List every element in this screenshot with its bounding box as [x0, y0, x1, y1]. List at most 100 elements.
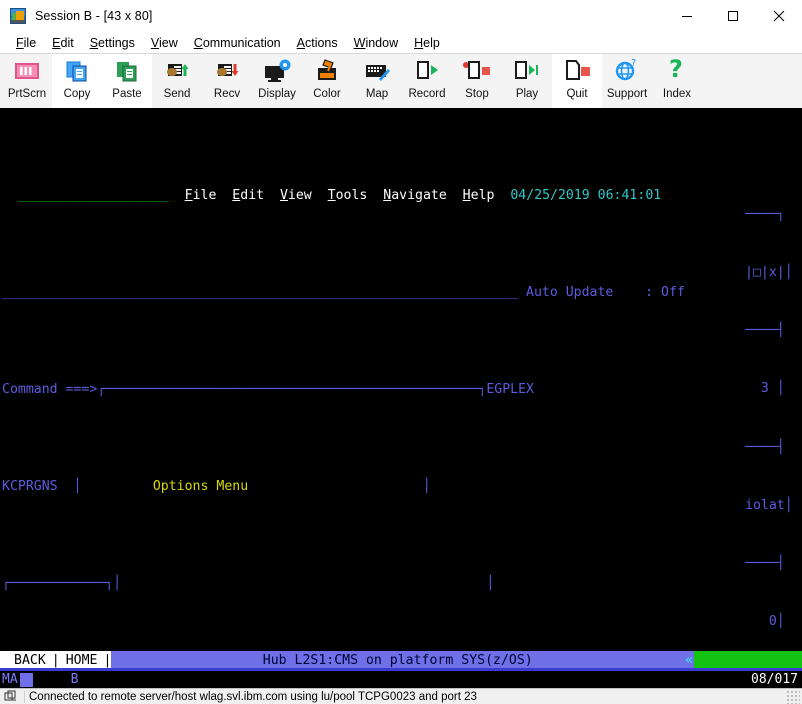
- terminal-screen[interactable]: ___________________ File Edit View Tools…: [0, 108, 802, 668]
- status-message: Connected to remote server/host wlag.svl…: [24, 690, 786, 703]
- svg-text:?: ?: [669, 57, 683, 83]
- terminal-datetime: 04/25/2019 06:41:01: [510, 187, 662, 203]
- toolbar-button-recv[interactable]: Recv: [202, 54, 252, 108]
- resize-grip[interactable]: [786, 689, 800, 704]
- toolbar-label: Support: [606, 88, 648, 100]
- toolbar-button-color[interactable]: Color: [302, 54, 352, 108]
- session-icon: [10, 7, 26, 24]
- status-bar: Connected to remote server/host wlag.svl…: [0, 688, 802, 704]
- oia-cursor-block: [19, 672, 33, 687]
- connection-icon: [0, 690, 22, 703]
- toolbar-button-quit[interactable]: Quit: [552, 54, 602, 108]
- toolbar-button-record[interactable]: Record: [402, 54, 452, 108]
- terminal-menu-edit[interactable]: Edit: [232, 188, 264, 203]
- minimize-button[interactable]: [664, 0, 710, 31]
- panel-id: KCPRGNS: [2, 478, 58, 494]
- toolbar-label: Recv: [213, 88, 241, 100]
- menu-help[interactable]: Help: [406, 36, 448, 50]
- toolbar-button-display[interactable]: Display: [252, 54, 302, 108]
- copy-icon: [61, 57, 93, 87]
- toolbar-button-paste[interactable]: Paste: [102, 54, 152, 108]
- toolbar-button-play[interactable]: Play: [502, 54, 552, 108]
- pf-separator: |: [51, 652, 60, 668]
- printscreen-icon: [11, 57, 43, 87]
- send-file-icon: [161, 57, 193, 87]
- menu-file[interactable]: File: [8, 36, 44, 50]
- menu-window[interactable]: Window: [346, 36, 406, 50]
- toolbar-button-prtscrn[interactable]: PrtScrn: [2, 54, 52, 108]
- toolbar-label: Stop: [465, 88, 489, 100]
- svg-text:?: ?: [631, 58, 636, 69]
- toolbar-label: Quit: [566, 88, 588, 100]
- auto-update-sep: :: [645, 284, 654, 300]
- oia-cursor-position: 08/017: [751, 672, 798, 687]
- pf-back-key[interactable]: BACK: [14, 651, 46, 668]
- scroll-left-icon[interactable]: «: [684, 651, 694, 668]
- window-controls: [664, 0, 802, 31]
- command-label: Command ===>: [2, 381, 98, 397]
- toolbar-label: Play: [515, 88, 539, 100]
- paste-icon: [111, 57, 143, 87]
- toolbar-label: Index: [662, 88, 692, 100]
- maximize-button[interactable]: [710, 0, 756, 31]
- toolbar-button-support[interactable]: ? Support: [602, 54, 652, 108]
- receive-file-icon: [211, 57, 243, 87]
- toolbar-button-stop[interactable]: Stop: [452, 54, 502, 108]
- hub-status-text: Hub L2S1:CMS on platform SYS(z/OS): [111, 651, 685, 668]
- toolbar-button-index[interactable]: ? Index: [652, 54, 702, 108]
- pf-green-area: [694, 651, 802, 668]
- pf-key-bar: BACK | HOME | Hub L2S1:CMS on platform SYS(…: [0, 651, 802, 668]
- display-settings-icon: [261, 57, 293, 87]
- toolbar-button-send[interactable]: Send: [152, 54, 202, 108]
- pf-home-key[interactable]: HOME: [66, 651, 98, 668]
- play-macro-icon: [511, 57, 543, 87]
- menu-communication[interactable]: Communication: [186, 36, 289, 50]
- pf-left-group: BACK | HOME |: [0, 651, 112, 668]
- record-macro-icon: [411, 57, 443, 87]
- toolbar-button-copy[interactable]: Copy: [52, 54, 102, 108]
- oia-session-letter: B: [70, 672, 79, 687]
- operator-information-area: MA B 08/017: [0, 668, 802, 688]
- toolbar-label: PrtScrn: [7, 88, 47, 100]
- right-panel-value-row: 0│: [768, 614, 785, 630]
- stop-macro-icon: [461, 57, 493, 87]
- toolbar-label: Record: [408, 88, 446, 100]
- right-panel: ────┐ |□|x|│ ────┤ 3 │ ────┤ iolat│ ────…: [745, 166, 802, 668]
- toolbar-button-map[interactable]: Map: [352, 54, 402, 108]
- right-panel-controls[interactable]: |□|x|│: [745, 263, 802, 282]
- toolbar-label: Copy: [63, 88, 91, 100]
- color-settings-icon: [311, 57, 343, 87]
- terminal-menu-file[interactable]: File: [185, 188, 217, 203]
- plex-name: EGPLEX: [486, 381, 534, 397]
- index-help-icon: ?: [661, 55, 693, 87]
- right-panel-sep3: ────┤: [745, 556, 785, 572]
- right-panel-value-2: iolat│: [745, 497, 793, 513]
- auto-update-value[interactable]: Off: [661, 285, 685, 300]
- terminal-menu-tools[interactable]: Tools: [328, 188, 368, 203]
- window-titlebar: Session B - [43 x 80]: [0, 0, 802, 32]
- pf-separator-2: |: [103, 652, 112, 668]
- menu-edit[interactable]: Edit: [44, 36, 82, 50]
- support-globe-icon: ?: [611, 57, 643, 87]
- options-frame-top: ┌───────────────────────────────────────…: [97, 381, 487, 397]
- application-menubar: File Edit Settings View Communication Ac…: [0, 32, 802, 53]
- terminal-autoupdate-row: ________________________________________…: [2, 284, 685, 300]
- toolbar-label: Paste: [112, 88, 142, 100]
- toolbar-label: Color: [313, 88, 341, 100]
- menu-view[interactable]: View: [143, 36, 186, 50]
- keyboard-map-icon: [361, 57, 393, 87]
- toolbar-label: Map: [365, 88, 389, 100]
- right-panel-sep1: ────┤: [745, 323, 785, 339]
- quit-icon: [561, 57, 593, 87]
- toolbar-label: Display: [258, 88, 296, 100]
- green-rule: ___________________: [2, 187, 169, 203]
- right-panel-sep2: ────┤: [745, 439, 785, 455]
- menu-settings[interactable]: Settings: [82, 36, 143, 50]
- terminal-menu-navigate[interactable]: Navigate: [383, 188, 447, 203]
- close-button[interactable]: [756, 0, 802, 31]
- application-toolbar: PrtScrn Copy Paste Send Recv Display Col…: [0, 53, 802, 109]
- terminal-menu-help[interactable]: Help: [463, 188, 495, 203]
- terminal-action-bar: ___________________ File Edit View Tools…: [2, 186, 802, 205]
- menu-actions[interactable]: Actions: [289, 36, 346, 50]
- terminal-menu-view[interactable]: View: [280, 188, 312, 203]
